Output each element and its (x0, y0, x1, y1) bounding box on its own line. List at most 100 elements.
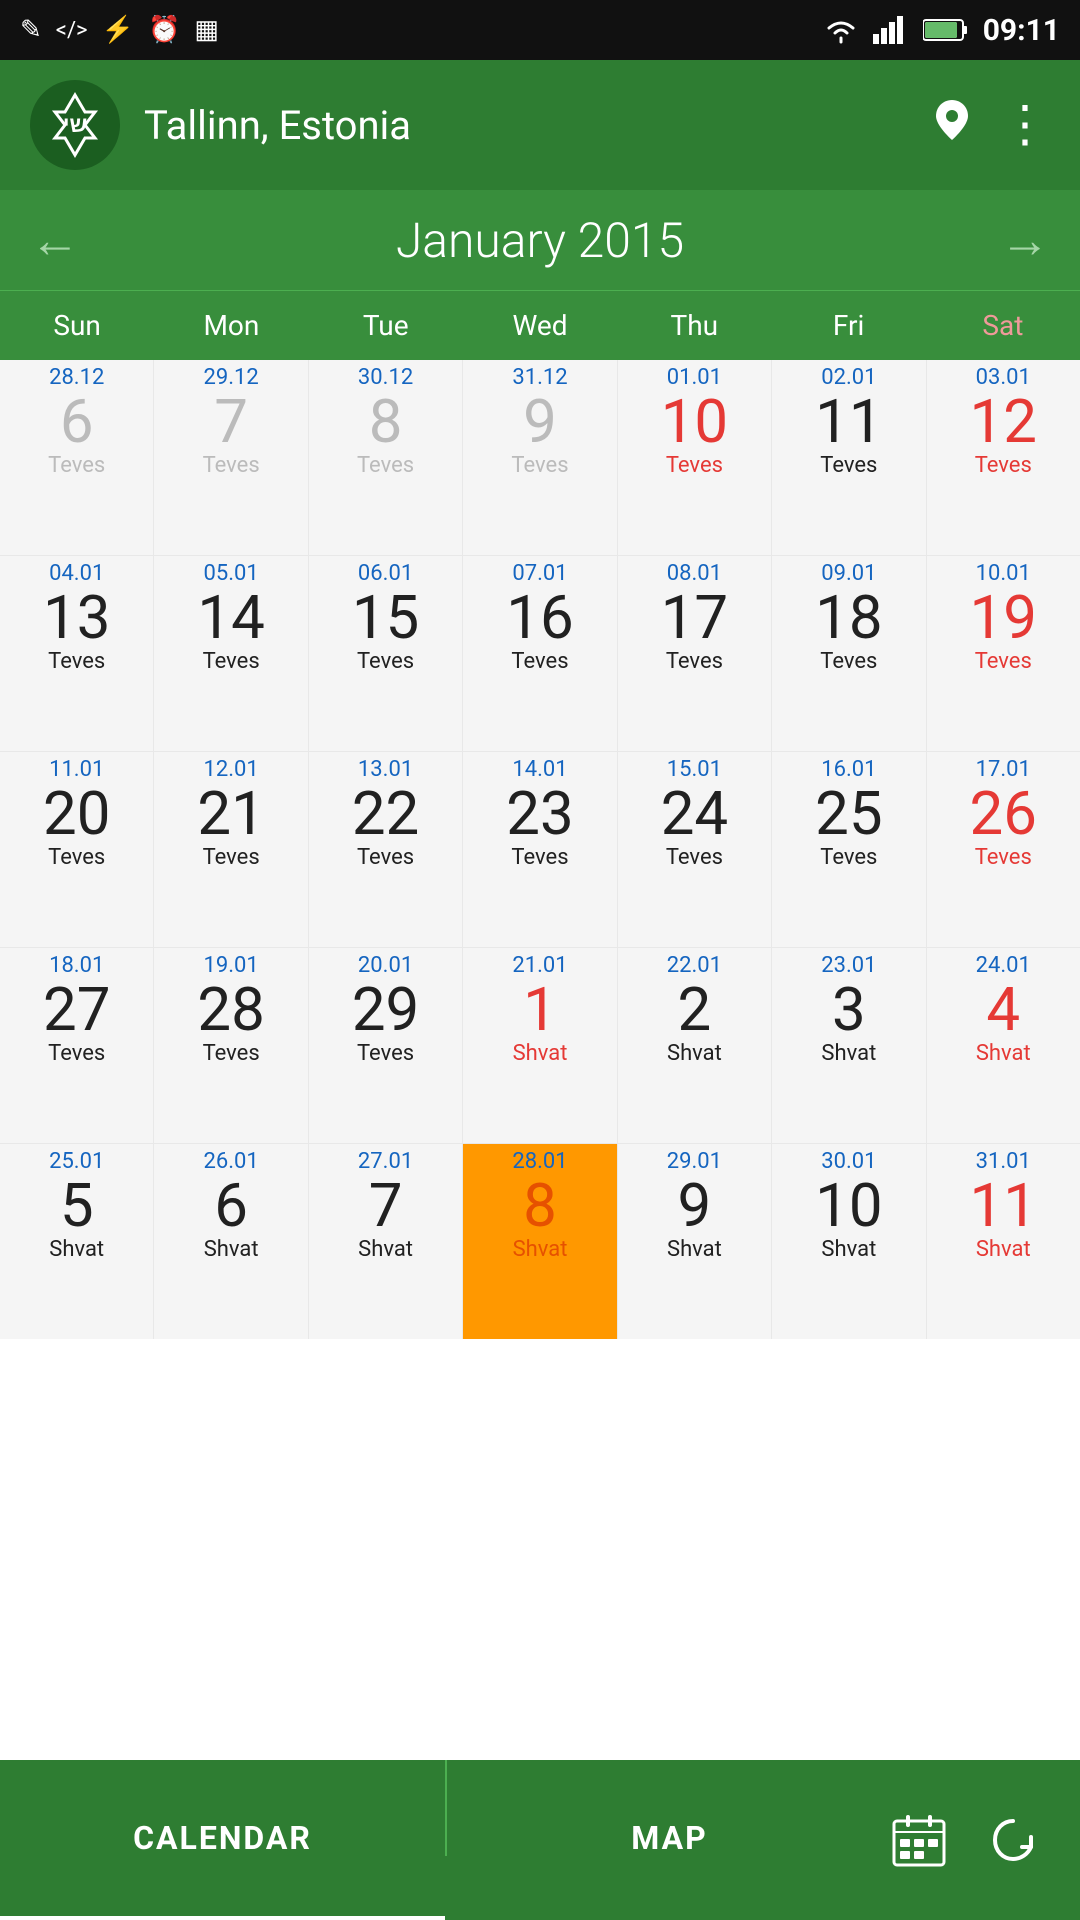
day-number: 25 (815, 781, 882, 847)
day-number: 28 (197, 977, 264, 1043)
svg-text:שי: שי (63, 113, 87, 138)
cal-cell[interactable]: 11.0120Teves (0, 752, 153, 947)
hebrew-month: Teves (511, 455, 568, 477)
hebrew-month: Shvat (976, 1043, 1031, 1065)
location-icon[interactable] (934, 98, 970, 152)
cal-cell[interactable]: 29.019Shvat (618, 1144, 771, 1339)
day-number: 6 (214, 1173, 248, 1239)
cal-cell[interactable]: 04.0113Teves (0, 556, 153, 751)
cal-cell[interactable]: 24.014Shvat (927, 948, 1080, 1143)
hebrew-month: Shvat (513, 1239, 568, 1261)
hebrew-month: Teves (357, 1043, 414, 1065)
day-number: 5 (60, 1173, 94, 1239)
app-logo-icon: שי (40, 90, 110, 160)
cal-cell[interactable]: 01.0110Teves (618, 360, 771, 555)
hebrew-month: Teves (820, 847, 877, 869)
tab-calendar[interactable]: CALENDAR (0, 1760, 445, 1920)
day-number: 3 (832, 977, 866, 1043)
hebrew-month: Teves (666, 651, 723, 673)
hebrew-month: Teves (666, 455, 723, 477)
day-number: 14 (197, 585, 264, 651)
hebrew-month: Teves (203, 455, 260, 477)
hebrew-month: Teves (820, 455, 877, 477)
cal-cell[interactable]: 15.0124Teves (618, 752, 771, 947)
hebrew-month: Teves (511, 651, 568, 673)
hebrew-month: Teves (203, 651, 260, 673)
cal-cell[interactable]: 12.0121Teves (154, 752, 307, 947)
day-header-tue: Tue (309, 291, 463, 360)
day-headers: Sun Mon Tue Wed Thu Fri Sat (0, 290, 1080, 360)
next-month-button[interactable]: → (1000, 211, 1050, 270)
day-number: 29 (352, 977, 419, 1043)
day-number: 2 (678, 977, 712, 1043)
hebrew-month: Shvat (667, 1043, 722, 1065)
day-number: 6 (60, 389, 94, 455)
cal-cell[interactable]: 05.0114Teves (154, 556, 307, 751)
hebrew-month: Teves (48, 1043, 105, 1065)
day-number: 19 (970, 585, 1037, 651)
hebrew-month: Teves (48, 847, 105, 869)
day-number: 10 (661, 389, 728, 455)
day-number: 9 (678, 1173, 712, 1239)
bottom-nav: CALENDAR MAP (0, 1760, 1080, 1920)
day-number: 22 (352, 781, 419, 847)
refresh-icon[interactable] (986, 1813, 1040, 1867)
hebrew-month: Shvat (821, 1043, 876, 1065)
cal-cell[interactable]: 31.129Teves (463, 360, 616, 555)
cal-cell[interactable]: 28.018Shvat (463, 1144, 616, 1339)
day-number: 8 (369, 389, 403, 455)
cal-cell[interactable]: 29.127Teves (154, 360, 307, 555)
cal-cell[interactable]: 16.0125Teves (772, 752, 925, 947)
prev-month-button[interactable]: ← (30, 211, 80, 270)
day-number: 13 (43, 585, 110, 651)
cal-cell[interactable]: 09.0118Teves (772, 556, 925, 751)
day-header-mon: Mon (154, 291, 308, 360)
tab-map[interactable]: MAP (447, 1760, 892, 1920)
clock-icon: ⏰ (148, 15, 180, 45)
hebrew-month: Shvat (513, 1043, 568, 1065)
cal-cell[interactable]: 30.128Teves (309, 360, 462, 555)
battery-icon (923, 18, 969, 42)
cal-cell[interactable]: 10.0119Teves (927, 556, 1080, 751)
cal-cell[interactable]: 22.012Shvat (618, 948, 771, 1143)
day-number: 26 (970, 781, 1037, 847)
cal-cell[interactable]: 03.0112Teves (927, 360, 1080, 555)
cal-cell[interactable]: 26.016Shvat (154, 1144, 307, 1339)
calendar-grid: 28.126Teves29.127Teves30.128Teves31.129T… (0, 360, 1080, 1339)
cal-cell[interactable]: 07.0116Teves (463, 556, 616, 751)
cal-cell[interactable]: 19.0128Teves (154, 948, 307, 1143)
cal-cell[interactable]: 20.0129Teves (309, 948, 462, 1143)
cal-cell[interactable]: 06.0115Teves (309, 556, 462, 751)
cal-cell[interactable]: 18.0127Teves (0, 948, 153, 1143)
hebrew-month: Teves (203, 847, 260, 869)
day-header-fri: Fri (771, 291, 925, 360)
day-number: 17 (661, 585, 728, 651)
cal-cell[interactable]: 13.0122Teves (309, 752, 462, 947)
calendar-view-icon[interactable] (892, 1813, 946, 1867)
hebrew-month: Teves (975, 847, 1032, 869)
more-menu-icon[interactable]: ⋮ (1000, 100, 1050, 150)
cal-cell[interactable]: 23.013Shvat (772, 948, 925, 1143)
day-header-thu: Thu (617, 291, 771, 360)
cal-cell[interactable]: 14.0123Teves (463, 752, 616, 947)
day-number: 9 (523, 389, 557, 455)
cal-cell[interactable]: 21.011Shvat (463, 948, 616, 1143)
cal-cell[interactable]: 30.0110Shvat (772, 1144, 925, 1339)
wifi-icon (823, 16, 859, 44)
day-number: 8 (523, 1173, 557, 1239)
cal-cell[interactable]: 28.126Teves (0, 360, 153, 555)
hebrew-month: Shvat (667, 1239, 722, 1261)
hebrew-month: Shvat (976, 1239, 1031, 1261)
cal-cell[interactable]: 08.0117Teves (618, 556, 771, 751)
cal-cell[interactable]: 31.0111Shvat (927, 1144, 1080, 1339)
cal-cell[interactable]: 27.017Shvat (309, 1144, 462, 1339)
day-number: 4 (986, 977, 1020, 1043)
day-number: 7 (214, 389, 248, 455)
cal-cell[interactable]: 17.0126Teves (927, 752, 1080, 947)
cal-cell[interactable]: 25.015Shvat (0, 1144, 153, 1339)
hebrew-month: Teves (511, 847, 568, 869)
day-number: 23 (506, 781, 573, 847)
cal-cell[interactable]: 02.0111Teves (772, 360, 925, 555)
app-header: שי Tallinn, Estonia ⋮ (0, 60, 1080, 190)
day-number: 24 (661, 781, 728, 847)
